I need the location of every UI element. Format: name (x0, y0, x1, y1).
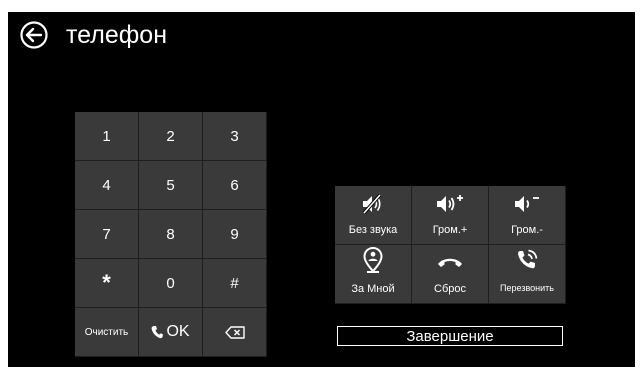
key-1[interactable]: 1 (75, 112, 138, 160)
volume-up-label: Гром.+ (432, 224, 468, 236)
call-controls: Без звука Гром.+ Гром.- За Мной Сброс Пе… (335, 186, 566, 304)
key-0[interactable]: 0 (139, 259, 202, 307)
volume-down-button[interactable]: Гром.- (489, 186, 565, 244)
callback-button[interactable]: Перезвонить (489, 245, 565, 303)
key-star[interactable]: * (75, 259, 138, 307)
volume-down-icon (515, 196, 539, 212)
page-title: телефон (66, 21, 168, 49)
key-6[interactable]: 6 (203, 161, 266, 209)
header: телефон (8, 12, 635, 62)
volume-down-label: Гром.- (511, 224, 543, 236)
key-4[interactable]: 4 (75, 161, 138, 209)
follow-me-label: За Мной (351, 283, 395, 295)
hang-up-icon (438, 258, 462, 267)
phone-icon (152, 326, 164, 339)
call-status: Завершение (337, 326, 563, 346)
phone-ringing-icon (518, 249, 538, 269)
callback-label: Перезвонить (500, 283, 554, 293)
ok-call-button[interactable]: OK (139, 308, 202, 356)
back-button[interactable] (20, 21, 48, 49)
follow-me-button[interactable]: За Мной (335, 245, 411, 303)
ok-label: OK (166, 323, 190, 340)
volume-up-button[interactable]: Гром.+ (412, 186, 488, 244)
mute-label: Без звука (348, 224, 398, 236)
backspace-icon (224, 325, 245, 339)
key-5[interactable]: 5 (139, 161, 202, 209)
key-3[interactable]: 3 (203, 112, 266, 160)
key-8[interactable]: 8 (139, 210, 202, 258)
clear-button[interactable]: Очистить (75, 308, 138, 356)
speaker-mute-icon (362, 194, 382, 214)
location-pin-person-icon (363, 247, 383, 273)
key-hash[interactable]: # (203, 259, 266, 307)
backspace-button[interactable] (203, 308, 266, 356)
key-2[interactable]: 2 (139, 112, 202, 160)
dial-keypad: 1 2 3 4 5 6 7 8 9 * 0 # Очистить OK (75, 112, 267, 357)
key-7[interactable]: 7 (75, 210, 138, 258)
hang-up-label: Сброс (434, 283, 466, 295)
arrow-left-circle-icon (20, 21, 48, 49)
phone-screen: телефон 1 2 3 4 5 6 7 8 9 * 0 # Очистить… (8, 12, 635, 367)
mute-button[interactable]: Без звука (335, 186, 411, 244)
key-9[interactable]: 9 (203, 210, 266, 258)
hang-up-button[interactable]: Сброс (412, 245, 488, 303)
volume-up-icon (437, 195, 463, 212)
